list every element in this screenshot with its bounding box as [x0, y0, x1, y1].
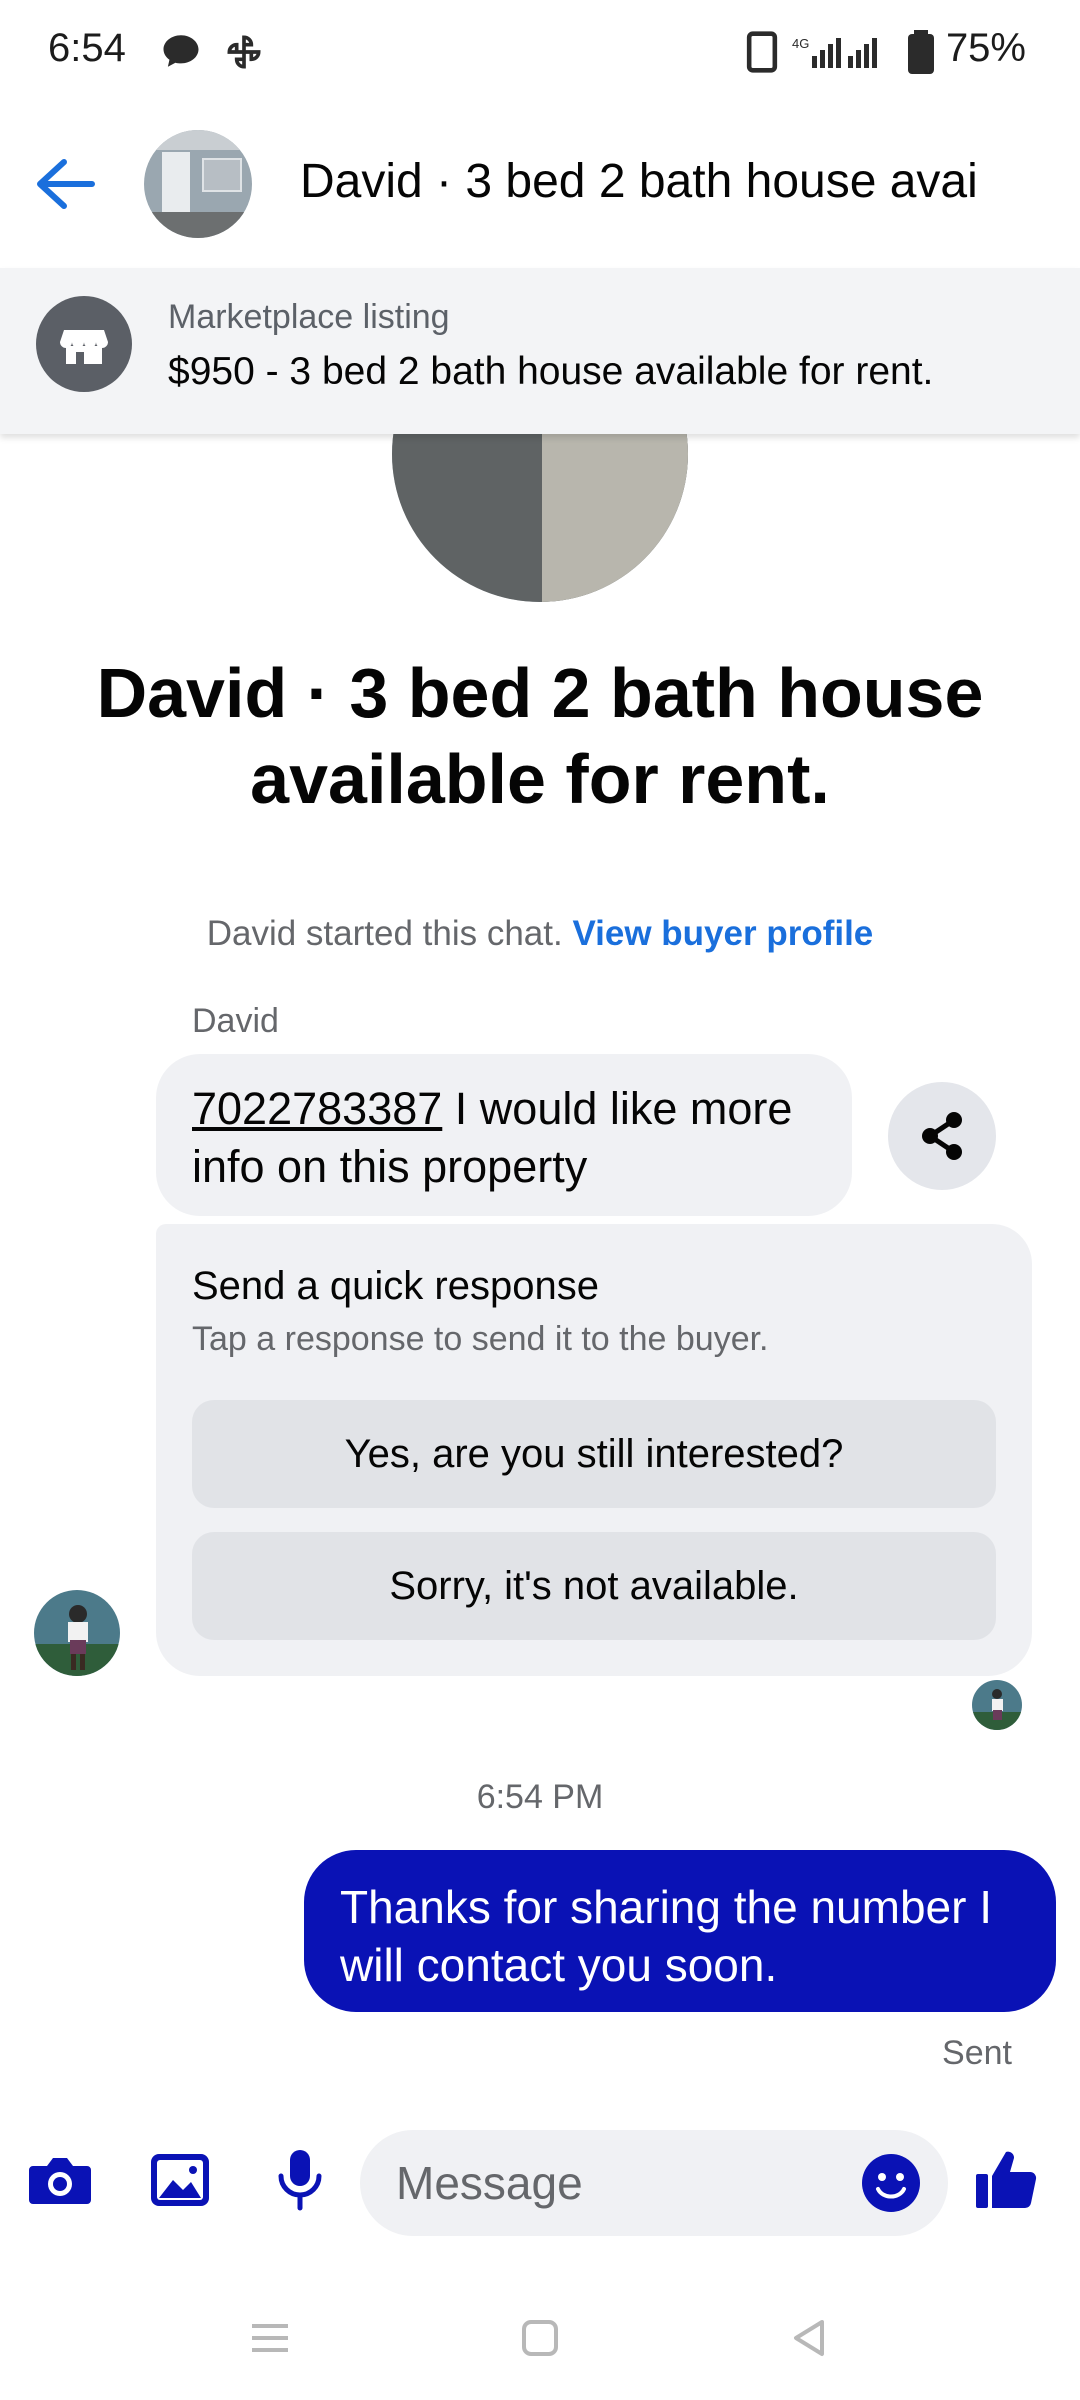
- voice-button[interactable]: [262, 2142, 338, 2218]
- outgoing-message[interactable]: Thanks for sharing the number I will con…: [304, 1850, 1056, 2012]
- message-input[interactable]: [396, 2130, 856, 2236]
- phone-vibrate-icon: [744, 30, 780, 79]
- conversation-header: David · 3 bed 2 bath house avai: [0, 100, 1080, 268]
- sender-name: David: [192, 1002, 279, 1040]
- back-button[interactable]: [30, 154, 100, 214]
- marketplace-listing-banner[interactable]: Marketplace listing $950 - 3 bed 2 bath …: [0, 268, 1080, 434]
- quick-response-still-interested[interactable]: Yes, are you still interested?: [192, 1400, 996, 1508]
- camera-button[interactable]: [22, 2142, 98, 2218]
- back-arrow-icon: [37, 159, 95, 209]
- conversation-title[interactable]: David · 3 bed 2 bath house avai: [300, 154, 1060, 209]
- quick-response-panel: Send a quick response Tap a response to …: [156, 1224, 1032, 1676]
- quick-response-not-available[interactable]: Sorry, it's not available.: [192, 1532, 996, 1640]
- sender-avatar[interactable]: [34, 1590, 120, 1676]
- message-composer: [0, 2120, 1080, 2244]
- emoji-button[interactable]: [860, 2152, 922, 2214]
- recent-apps-button[interactable]: [240, 2308, 300, 2368]
- chat-started-text: David started this chat.: [206, 914, 563, 953]
- back-nav-button[interactable]: [780, 2308, 840, 2368]
- emoji-icon: [862, 2154, 920, 2212]
- view-buyer-profile-link[interactable]: View buyer profile: [572, 914, 873, 953]
- quick-response-subtitle: Tap a response to send it to the buyer.: [192, 1320, 769, 1358]
- share-button[interactable]: [888, 1082, 996, 1190]
- back-triangle-icon: [794, 2320, 824, 2356]
- home-button[interactable]: [510, 2308, 570, 2368]
- status-bar: 6:54 4G 75%: [0, 0, 1080, 100]
- quick-response-title: Send a quick response: [192, 1264, 599, 1308]
- listing-thumbnail[interactable]: [144, 130, 252, 238]
- sent-status: Sent: [942, 2034, 1012, 2072]
- listing-title: $950 - 3 bed 2 bath house available for …: [168, 350, 934, 393]
- battery-icon: [908, 30, 934, 79]
- thumbs-up-icon: [976, 2151, 1037, 2209]
- gallery-button[interactable]: [142, 2142, 218, 2218]
- status-time: 6:54: [48, 26, 126, 70]
- share-icon: [922, 1112, 962, 1160]
- like-button[interactable]: [968, 2142, 1044, 2218]
- storefront-icon: [36, 296, 132, 392]
- message-timestamp: 6:54 PM: [476, 1778, 604, 1816]
- listing-kicker: Marketplace listing: [168, 298, 450, 336]
- phone-number-link[interactable]: 7022783387: [192, 1083, 442, 1134]
- message-field[interactable]: [360, 2130, 948, 2236]
- home-square-icon: [522, 2320, 558, 2356]
- incoming-message[interactable]: 7022783387 I would like more info on thi…: [156, 1054, 852, 1216]
- menu-lines-icon: [252, 2324, 288, 2352]
- microphone-icon: [278, 2150, 322, 2211]
- system-navigation-bar: [0, 2270, 1080, 2400]
- read-receipt-avatar: [972, 1680, 1022, 1730]
- chat-started-notice: David started this chat. View buyer prof…: [0, 914, 1080, 954]
- hero-title: David · 3 bed 2 bath house available for…: [96, 654, 984, 818]
- image-icon: [151, 2154, 209, 2206]
- pinwheel-icon: [222, 30, 266, 79]
- chat-bubble-icon: [160, 30, 202, 77]
- camera-icon: [29, 2158, 91, 2204]
- battery-percent: 75%: [945, 26, 1026, 70]
- signal-icon: 4G: [792, 34, 892, 75]
- network-type: 4G: [792, 36, 809, 51]
